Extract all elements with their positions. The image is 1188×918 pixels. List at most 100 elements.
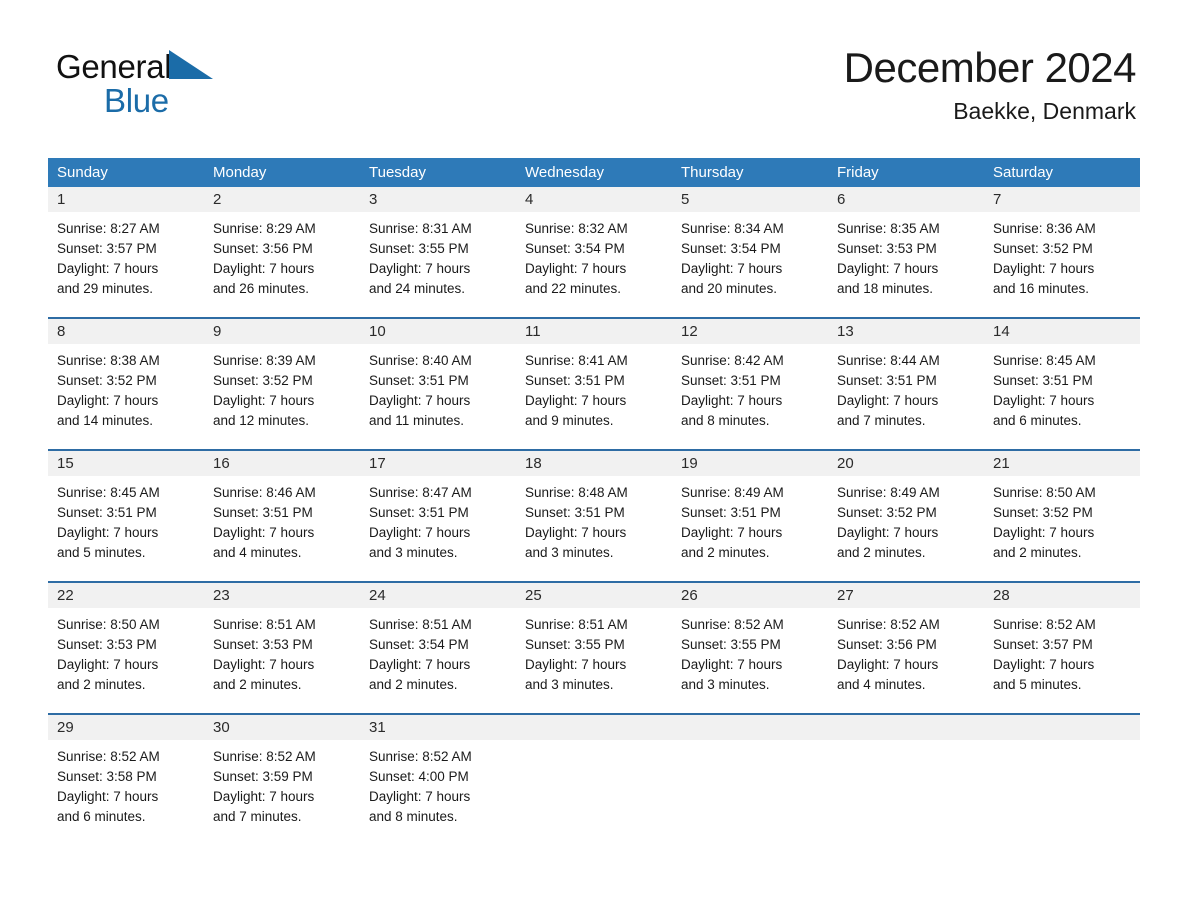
day-cell[interactable]: Sunrise: 8:46 AM Sunset: 3:51 PM Daylight:… [204, 476, 360, 581]
day-daylight-line: and 22 minutes. [525, 281, 622, 296]
day-number[interactable]: 21 [984, 451, 1140, 476]
day-cell[interactable]: Sunrise: 8:51 AM Sunset: 3:54 PM Daylight:… [360, 608, 516, 713]
day-cell[interactable]: Sunrise: 8:41 AM Sunset: 3:51 PM Daylight:… [516, 344, 672, 449]
day-number[interactable]: 14 [984, 319, 1140, 344]
day-sunset-line: Sunset: 3:51 PM [525, 505, 625, 520]
day-cell[interactable]: Sunrise: 8:52 AM Sunset: 3:58 PM Daylight:… [48, 740, 204, 845]
day-daylight-line: Daylight: 7 hours [57, 393, 159, 408]
day-number[interactable]: 19 [672, 451, 828, 476]
day-daylight-line: and 2 minutes. [369, 677, 458, 692]
day-cell[interactable]: Sunrise: 8:51 AM Sunset: 3:53 PM Daylight:… [204, 608, 360, 713]
day-cell[interactable]: Sunrise: 8:38 AM Sunset: 3:52 PM Daylight:… [48, 344, 204, 449]
day-cell[interactable]: Sunrise: 8:52 AM Sunset: 3:57 PM Daylight:… [984, 608, 1140, 713]
day-daylight-line: Daylight: 7 hours [837, 261, 939, 276]
day-daylight-line: Daylight: 7 hours [213, 657, 315, 672]
day-number[interactable]: 27 [828, 583, 984, 608]
day-cell[interactable]: Sunrise: 8:45 AM Sunset: 3:51 PM Daylight:… [48, 476, 204, 581]
day-cell[interactable]: Sunrise: 8:27 AM Sunset: 3:57 PM Daylight:… [48, 212, 204, 317]
day-sunset-line: Sunset: 3:51 PM [681, 373, 781, 388]
day-number[interactable]: 9 [204, 319, 360, 344]
day-cell[interactable]: Sunrise: 8:29 AM Sunset: 3:56 PM Daylight:… [204, 212, 360, 317]
day-cell-empty [516, 740, 672, 845]
day-sunset-line: Sunset: 3:53 PM [213, 637, 313, 652]
day-sunset-line: Sunset: 3:52 PM [993, 241, 1093, 256]
day-sunset-line: Sunset: 3:56 PM [837, 637, 937, 652]
day-daylight-line: and 7 minutes. [837, 413, 926, 428]
day-number[interactable]: 26 [672, 583, 828, 608]
day-number[interactable]: 12 [672, 319, 828, 344]
day-number[interactable]: 30 [204, 715, 360, 740]
day-sunrise-line: Sunrise: 8:27 AM [57, 221, 160, 236]
day-number[interactable]: 17 [360, 451, 516, 476]
day-number[interactable]: 1 [48, 187, 204, 212]
day-cell[interactable]: Sunrise: 8:52 AM Sunset: 3:56 PM Daylight:… [828, 608, 984, 713]
day-sunrise-line: Sunrise: 8:51 AM [525, 617, 628, 632]
day-cell[interactable]: Sunrise: 8:51 AM Sunset: 3:55 PM Daylight:… [516, 608, 672, 713]
day-number[interactable]: 20 [828, 451, 984, 476]
day-cell[interactable]: Sunrise: 8:52 AM Sunset: 3:55 PM Daylight:… [672, 608, 828, 713]
day-cell[interactable]: Sunrise: 8:44 AM Sunset: 3:51 PM Daylight:… [828, 344, 984, 449]
day-number[interactable]: 22 [48, 583, 204, 608]
day-cell[interactable]: Sunrise: 8:35 AM Sunset: 3:53 PM Daylight:… [828, 212, 984, 317]
logo-text-general: General [56, 48, 172, 85]
day-number[interactable]: 13 [828, 319, 984, 344]
day-cell[interactable]: Sunrise: 8:47 AM Sunset: 3:51 PM Daylight:… [360, 476, 516, 581]
day-sunset-line: Sunset: 3:51 PM [369, 505, 469, 520]
day-sunset-line: Sunset: 3:51 PM [837, 373, 937, 388]
title-block: December 2024 Baekke, Denmark [843, 44, 1137, 124]
day-number[interactable]: 16 [204, 451, 360, 476]
day-cell[interactable]: Sunrise: 8:50 AM Sunset: 3:53 PM Daylight:… [48, 608, 204, 713]
day-number[interactable]: 24 [360, 583, 516, 608]
day-number[interactable]: 29 [48, 715, 204, 740]
day-cell[interactable]: Sunrise: 8:31 AM Sunset: 3:55 PM Daylight:… [360, 212, 516, 317]
calendar-week-row: 15 16 17 18 19 20 21 Sunrise: 8:45 AM Sunset: 3:… [48, 449, 1140, 581]
day-number[interactable]: 18 [516, 451, 672, 476]
day-number[interactable]: 3 [360, 187, 516, 212]
day-cell[interactable]: Sunrise: 8:48 AM Sunset: 3:51 PM Daylight:… [516, 476, 672, 581]
day-number[interactable]: 10 [360, 319, 516, 344]
day-cell[interactable]: Sunrise: 8:52 AM Sunset: 4:00 PM Daylight:… [360, 740, 516, 845]
day-daylight-line: and 26 minutes. [213, 281, 310, 296]
day-number[interactable]: 11 [516, 319, 672, 344]
day-number[interactable]: 7 [984, 187, 1140, 212]
day-cell[interactable]: Sunrise: 8:45 AM Sunset: 3:51 PM Daylight:… [984, 344, 1140, 449]
day-number[interactable]: 8 [48, 319, 204, 344]
day-number[interactable]: 4 [516, 187, 672, 212]
day-cell[interactable]: Sunrise: 8:40 AM Sunset: 3:51 PM Daylight:… [360, 344, 516, 449]
day-cell[interactable]: Sunrise: 8:39 AM Sunset: 3:52 PM Daylight:… [204, 344, 360, 449]
day-cell[interactable]: Sunrise: 8:34 AM Sunset: 3:54 PM Daylight:… [672, 212, 828, 317]
generalblue-logo[interactable]: General Blue [56, 50, 316, 117]
day-number[interactable]: 23 [204, 583, 360, 608]
day-sunrise-line: Sunrise: 8:52 AM [993, 617, 1096, 632]
day-detail-band: Sunrise: 8:50 AM Sunset: 3:53 PM Daylight:… [48, 608, 1140, 713]
day-sunset-line: Sunset: 3:53 PM [57, 637, 157, 652]
day-number-empty [516, 715, 672, 740]
day-number[interactable]: 6 [828, 187, 984, 212]
day-sunrise-line: Sunrise: 8:52 AM [837, 617, 940, 632]
day-number-band: 15 16 17 18 19 20 21 [48, 451, 1140, 476]
day-cell[interactable]: Sunrise: 8:49 AM Sunset: 3:52 PM Daylight:… [828, 476, 984, 581]
day-number[interactable]: 5 [672, 187, 828, 212]
day-cell[interactable]: Sunrise: 8:50 AM Sunset: 3:52 PM Daylight:… [984, 476, 1140, 581]
day-daylight-line: Daylight: 7 hours [837, 525, 939, 540]
day-number[interactable]: 28 [984, 583, 1140, 608]
day-daylight-line: and 11 minutes. [369, 413, 465, 428]
day-number[interactable]: 25 [516, 583, 672, 608]
day-cell[interactable]: Sunrise: 8:32 AM Sunset: 3:54 PM Daylight:… [516, 212, 672, 317]
day-cell[interactable]: Sunrise: 8:36 AM Sunset: 3:52 PM Daylight:… [984, 212, 1140, 317]
day-cell-empty [672, 740, 828, 845]
day-number[interactable]: 31 [360, 715, 516, 740]
calendar-week-row: 22 23 24 25 26 27 28 Sunrise: 8:50 AM Sunset: 3:… [48, 581, 1140, 713]
page-title: December 2024 [843, 44, 1137, 91]
day-sunrise-line: Sunrise: 8:52 AM [57, 749, 160, 764]
day-number[interactable]: 2 [204, 187, 360, 212]
calendar-week-row: 1 2 3 4 5 6 7 Sunrise: 8:27 AM Sunset: 3:57 PM Da… [48, 187, 1140, 317]
day-cell[interactable]: Sunrise: 8:49 AM Sunset: 3:51 PM Daylight:… [672, 476, 828, 581]
day-cell[interactable]: Sunrise: 8:42 AM Sunset: 3:51 PM Daylight:… [672, 344, 828, 449]
day-cell[interactable]: Sunrise: 8:52 AM Sunset: 3:59 PM Daylight:… [204, 740, 360, 845]
day-number[interactable]: 15 [48, 451, 204, 476]
day-detail-band: Sunrise: 8:45 AM Sunset: 3:51 PM Daylight:… [48, 476, 1140, 581]
weekday-header-thursday: Thursday [681, 164, 744, 181]
day-sunrise-line: Sunrise: 8:49 AM [837, 485, 940, 500]
day-sunrise-line: Sunrise: 8:52 AM [681, 617, 784, 632]
